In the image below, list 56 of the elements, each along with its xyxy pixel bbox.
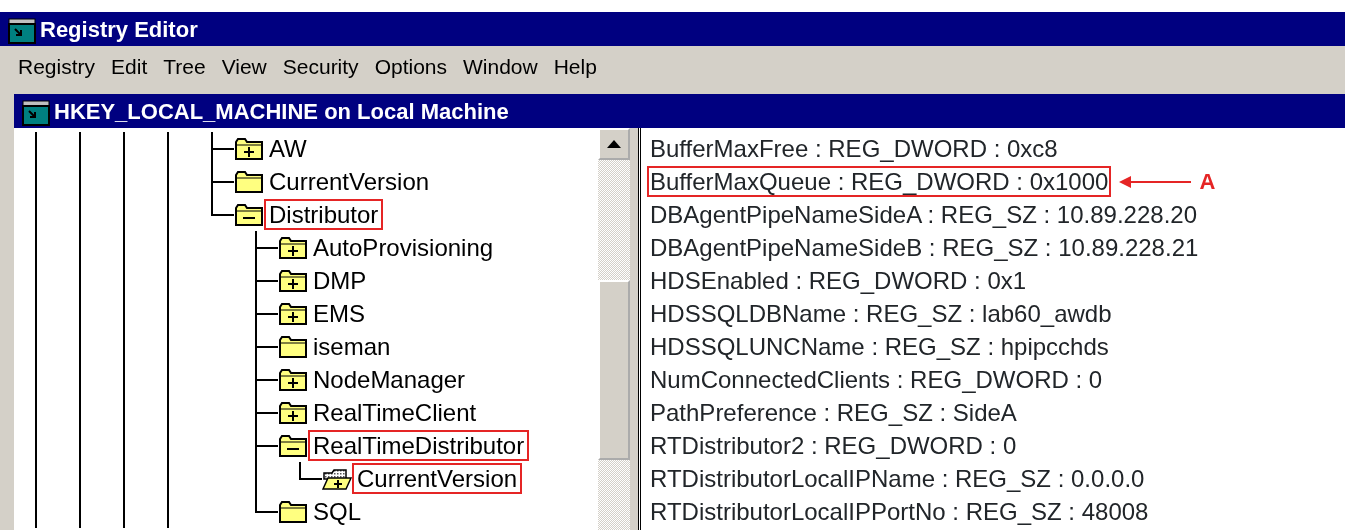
registry-key[interactable]: AutoProvisioning bbox=[308, 231, 499, 264]
registry-key[interactable]: DMP bbox=[308, 264, 372, 297]
folder-icon[interactable] bbox=[278, 499, 308, 524]
registry-value[interactable]: RTDistributorLocalIPPortNo : REG_SZ : 48008 bbox=[647, 495, 1152, 528]
tree-connector bbox=[299, 462, 322, 480]
folder-icon[interactable] bbox=[234, 169, 264, 194]
registry-value[interactable]: NumConnectedClients : REG_DWORD : 0 bbox=[647, 363, 1106, 396]
registry-key[interactable]: iseman bbox=[308, 330, 396, 363]
registry-value[interactable]: BufferMaxFree : REG_DWORD : 0xc8 bbox=[647, 132, 1061, 165]
menu-item[interactable]: Tree bbox=[155, 51, 214, 83]
registry-key[interactable]: Distributor bbox=[264, 198, 384, 231]
registry-key[interactable]: CurrentVersion bbox=[352, 462, 523, 495]
scroll-up-button[interactable] bbox=[598, 128, 630, 160]
registry-value[interactable]: HDSSQLUNCName : REG_SZ : hpipcchds bbox=[647, 330, 1112, 363]
folder-icon[interactable] bbox=[278, 334, 308, 359]
registry-key[interactable]: NodeManager bbox=[308, 363, 471, 396]
child-window-title: HKEY_LOCAL_MACHINE on Local Machine bbox=[54, 97, 509, 126]
registry-value[interactable]: BufferMaxQueue : REG_DWORD : 0x1000 bbox=[647, 165, 1112, 198]
menu-item[interactable]: Security bbox=[274, 51, 367, 83]
annotation-label: A bbox=[1199, 168, 1216, 196]
registry-value[interactable]: HDSSQLDBName : REG_SZ : lab60_awdb bbox=[647, 297, 1115, 330]
menu-item[interactable]: Window bbox=[455, 51, 546, 83]
tree-connector bbox=[255, 495, 278, 513]
menu-item[interactable]: Options bbox=[366, 51, 455, 83]
folder-icon[interactable] bbox=[234, 202, 264, 227]
registry-value[interactable]: DBAgentPipeNameSideA : REG_SZ : 10.89.228.20 bbox=[647, 198, 1200, 231]
folder-icon[interactable] bbox=[278, 268, 308, 293]
folder-icon[interactable] bbox=[278, 367, 308, 392]
menu-item[interactable]: Help bbox=[545, 51, 605, 83]
registry-value[interactable]: HDSEnabled : REG_DWORD : 0x1 bbox=[647, 264, 1030, 297]
folder-icon[interactable] bbox=[278, 301, 308, 326]
up-arrow-icon bbox=[607, 140, 621, 148]
registry-value[interactable]: PathPreference : REG_SZ : SideA bbox=[647, 396, 1020, 429]
registry-key[interactable]: RealTimeDistributor bbox=[308, 429, 530, 462]
registry-key[interactable]: AW bbox=[264, 132, 312, 165]
registry-key[interactable]: CurrentVersion bbox=[264, 165, 435, 198]
folder-icon[interactable] bbox=[278, 433, 308, 458]
folder-icon[interactable] bbox=[234, 136, 264, 161]
folder-icon[interactable] bbox=[278, 400, 308, 425]
menu-item[interactable]: Edit bbox=[103, 51, 156, 83]
window-title: Registry Editor bbox=[40, 15, 198, 44]
registry-key[interactable]: SQL bbox=[308, 495, 367, 528]
registry-value[interactable]: DBAgentPipeNameSideB : REG_SZ : 10.89.228.21 bbox=[647, 231, 1202, 264]
open-folder-icon[interactable] bbox=[322, 466, 352, 491]
registry-value[interactable]: RTDistributor2 : REG_DWORD : 0 bbox=[647, 429, 1020, 462]
registry-app-icon bbox=[8, 17, 36, 44]
scroll-thumb[interactable] bbox=[598, 280, 630, 460]
scrollbar[interactable] bbox=[598, 128, 630, 530]
tree-connector bbox=[255, 231, 278, 264]
registry-value[interactable]: RTDistributorLocalIPName : REG_SZ : 0.0.0.0 bbox=[647, 462, 1148, 495]
folder-icon[interactable] bbox=[278, 235, 308, 260]
registry-app-icon bbox=[22, 99, 50, 126]
registry-key[interactable]: RealTimeClient bbox=[308, 396, 482, 429]
registry-key[interactable]: EMS bbox=[308, 297, 370, 330]
menu-item[interactable]: View bbox=[213, 51, 275, 83]
menu-item[interactable]: Registry bbox=[10, 51, 104, 83]
